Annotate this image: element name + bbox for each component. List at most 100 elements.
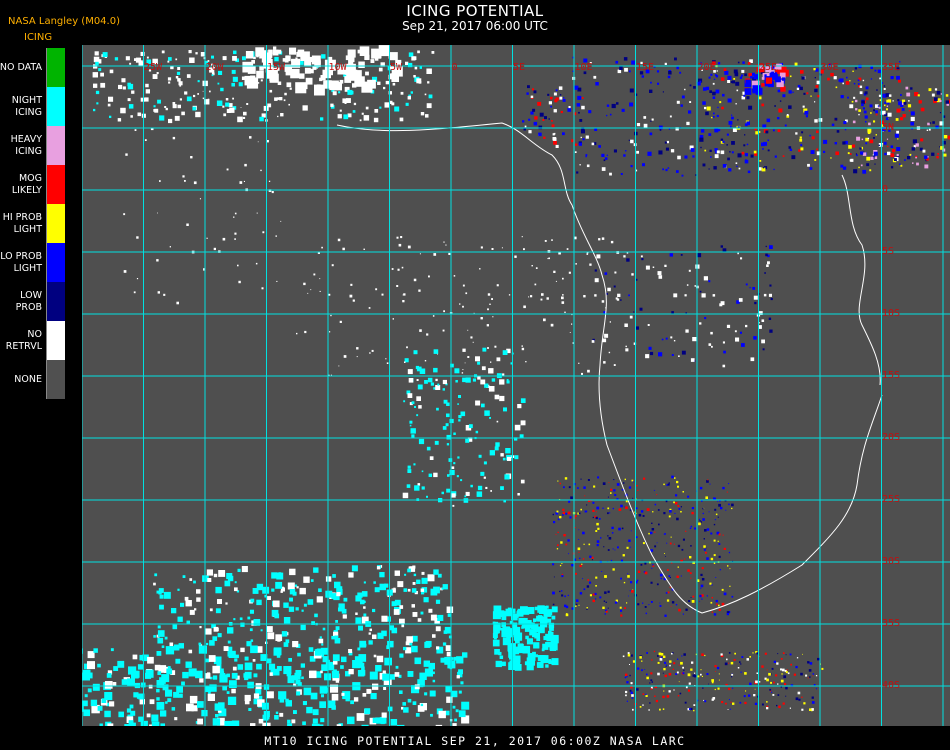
cloud-pixel	[217, 599, 222, 604]
cloud-pixel	[698, 522, 701, 526]
cloud-pixel	[621, 489, 624, 491]
cloud-pixel	[626, 675, 628, 678]
cloud-pixel	[182, 575, 186, 578]
cloud-pixel	[87, 688, 92, 693]
cloud-pixel	[601, 167, 606, 171]
cloud-pixel	[325, 576, 332, 582]
cloud-pixel	[592, 501, 595, 504]
cloud-pixel	[664, 614, 667, 617]
cloud-pixel	[675, 604, 678, 606]
cloud-pixel	[559, 96, 563, 100]
cloud-pixel	[137, 664, 144, 670]
cloud-pixel	[462, 284, 465, 287]
cloud-pixel	[548, 257, 550, 260]
cloud-pixel	[827, 77, 830, 81]
cloud-pixel	[253, 693, 260, 699]
cloud-pixel	[416, 579, 421, 584]
cloud-pixel	[879, 77, 881, 80]
cloud-pixel	[581, 372, 583, 375]
cloud-pixel	[585, 510, 588, 513]
cloud-pixel	[424, 641, 431, 648]
legend-item: NIGHT ICING	[0, 87, 66, 126]
cloud-pixel	[651, 659, 653, 661]
cloud-pixel	[899, 163, 901, 165]
cloud-pixel	[231, 720, 240, 726]
cloud-pixel	[708, 511, 710, 513]
cloud-pixel	[678, 681, 680, 683]
cloud-pixel	[451, 493, 456, 498]
cloud-pixel	[877, 105, 880, 107]
cloud-pixel	[718, 608, 721, 611]
cloud-pixel	[637, 489, 639, 491]
cloud-pixel	[610, 492, 612, 494]
cloud-pixel	[562, 98, 566, 102]
cloud-pixel	[743, 695, 746, 698]
cloud-pixel	[564, 477, 568, 480]
cloud-pixel	[643, 477, 646, 480]
cloud-pixel	[784, 683, 787, 686]
cloud-pixel	[338, 603, 345, 610]
legend-swatch	[46, 126, 65, 165]
cloud-pixel	[905, 86, 909, 90]
cloud-pixel	[644, 571, 648, 575]
cloud-pixel	[307, 292, 309, 294]
cloud-pixel	[610, 240, 614, 244]
cloud-pixel	[482, 347, 487, 352]
latitude-label: 10S	[882, 308, 900, 319]
cloud-pixel	[100, 72, 104, 77]
cloud-pixel	[651, 528, 655, 531]
cloud-pixel	[577, 487, 579, 489]
legend-item: LOW PROB	[0, 282, 66, 321]
cloud-pixel	[584, 495, 586, 497]
cloud-pixel	[350, 700, 354, 705]
cloud-pixel	[642, 542, 645, 545]
cloud-pixel	[399, 605, 404, 609]
cloud-pixel	[528, 118, 531, 121]
cloud-pixel	[688, 682, 691, 685]
cloud-pixel	[848, 145, 852, 149]
cloud-pixel	[495, 606, 499, 610]
cloud-pixel	[508, 294, 511, 296]
cloud-pixel	[621, 527, 624, 530]
cloud-pixel	[860, 151, 864, 155]
cloud-pixel	[783, 675, 787, 679]
cloud-pixel	[625, 345, 627, 348]
cloud-pixel	[430, 382, 434, 386]
cloud-pixel	[874, 156, 878, 159]
cloud-pixel	[488, 368, 494, 374]
cloud-pixel	[153, 635, 156, 638]
cloud-pixel	[766, 264, 769, 267]
cloud-pixel	[900, 164, 903, 167]
cloud-pixel	[708, 133, 712, 136]
longitude-label: 20W	[206, 62, 225, 73]
cloud-pixel	[357, 647, 361, 651]
cloud-pixel	[729, 151, 731, 153]
cloud-pixel	[224, 720, 233, 726]
cloud-pixel	[722, 140, 725, 143]
cloud-pixel	[716, 114, 719, 118]
cloud-pixel	[641, 669, 643, 672]
cloud-pixel	[645, 693, 647, 696]
cloud-pixel	[637, 603, 640, 606]
cloud-pixel	[907, 156, 911, 160]
cloud-pixel	[605, 601, 607, 603]
cloud-pixel	[154, 664, 161, 671]
cloud-pixel	[701, 653, 704, 656]
cloud-pixel	[127, 82, 131, 87]
cloud-pixel	[659, 573, 663, 577]
cloud-pixel	[159, 604, 164, 610]
cloud-pixel	[262, 231, 265, 234]
cloud-pixel	[334, 635, 339, 640]
cloud-pixel	[303, 282, 306, 286]
cloud-pixel	[262, 586, 270, 594]
cloud-pixel	[723, 547, 726, 550]
cloud-pixel	[92, 683, 100, 691]
cloud-pixel	[147, 656, 154, 664]
cloud-pixel	[337, 238, 341, 242]
cloud-pixel	[945, 100, 949, 104]
cloud-pixel	[120, 107, 126, 114]
cloud-pixel	[875, 113, 878, 116]
cloud-pixel	[229, 680, 237, 688]
cloud-pixel	[723, 68, 727, 71]
cloud-pixel	[458, 710, 466, 718]
